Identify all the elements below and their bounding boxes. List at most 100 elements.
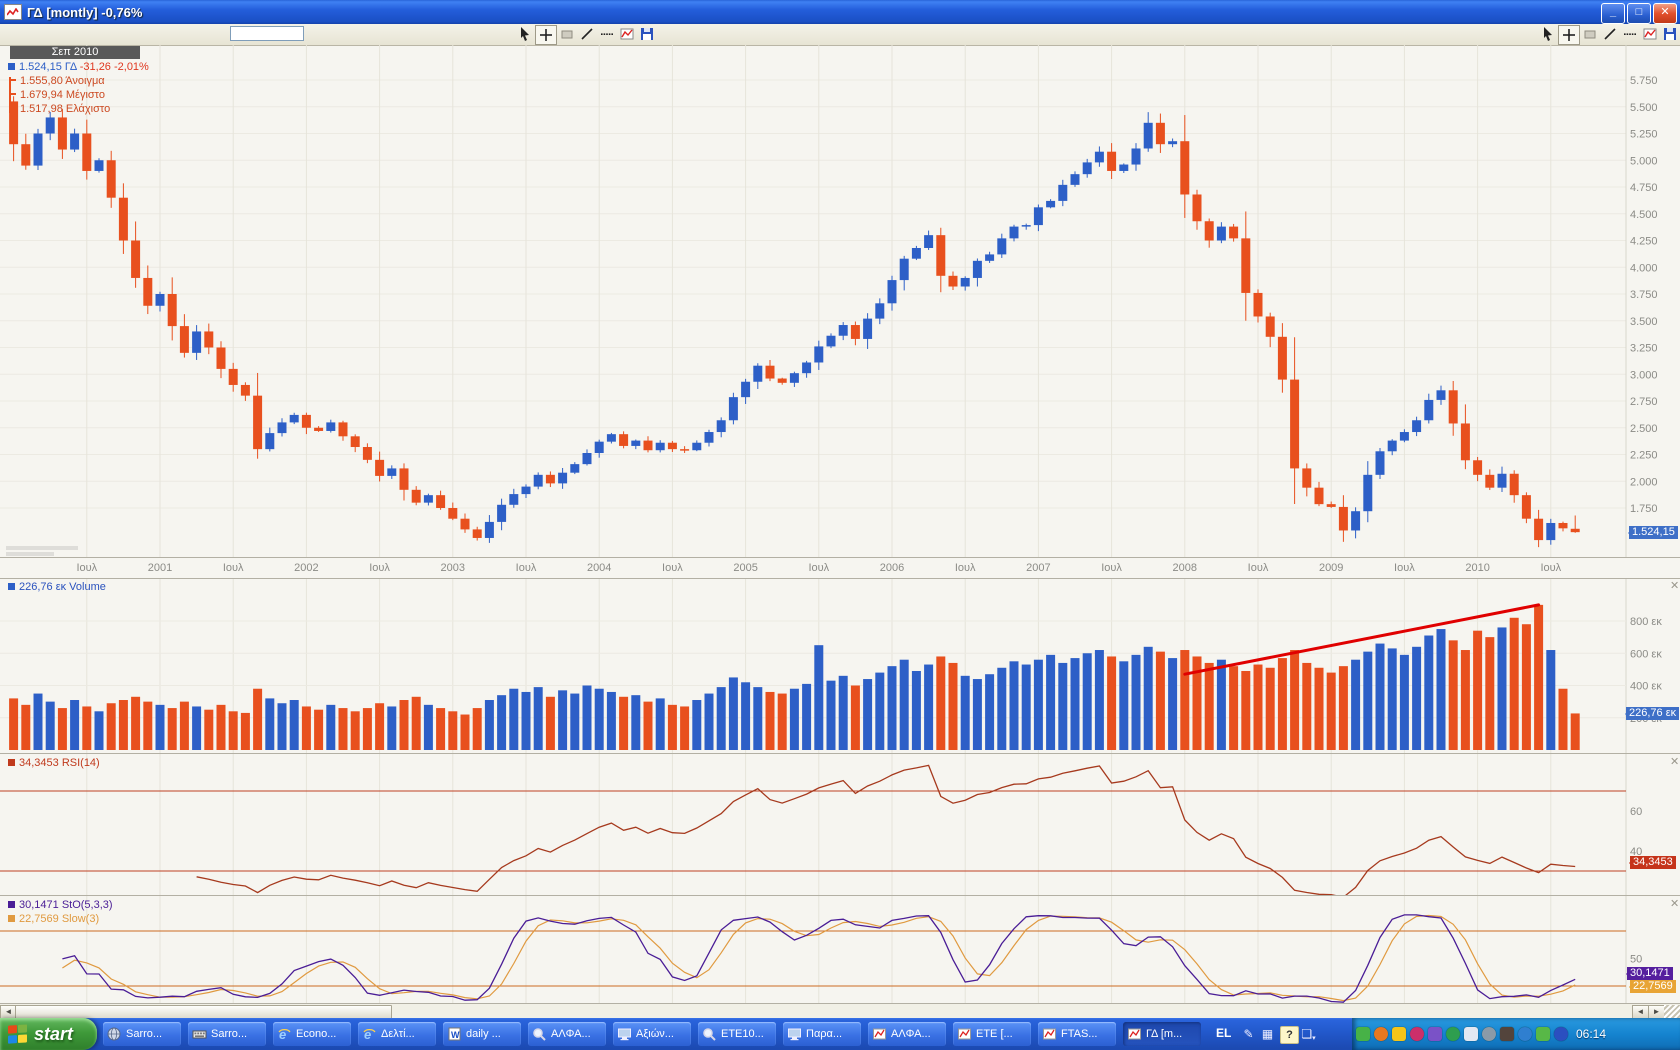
volume-bar (1010, 661, 1019, 750)
candle (95, 160, 104, 171)
stochastic-close-icon[interactable]: ✕ (1670, 899, 1679, 909)
candle (473, 529, 482, 538)
volume-bar (936, 656, 945, 750)
dots-tool-icon[interactable] (1620, 25, 1640, 43)
candle (497, 505, 506, 522)
crosshair-tool-icon[interactable] (535, 25, 557, 45)
restore-toolbar-icon[interactable]: ❏▾ (1300, 1026, 1317, 1042)
task-label: Παρα... (806, 1028, 842, 1040)
volume-bar (1412, 647, 1421, 750)
volume-bar (875, 673, 884, 750)
tray-icon-3[interactable] (1392, 1027, 1406, 1041)
candle (1302, 468, 1311, 487)
taskbar-button-5[interactable]: Wdaily ... (443, 1022, 521, 1046)
taskbar-button-8[interactable]: ΕΤΕ10... (698, 1022, 776, 1046)
tray-icon-1[interactable] (1356, 1027, 1370, 1041)
volume-bar (265, 698, 274, 750)
save-tool-icon[interactable] (1660, 25, 1680, 43)
save-tool-icon[interactable] (637, 25, 657, 43)
tray-icon-2[interactable] (1374, 1027, 1388, 1041)
resize-grip[interactable] (1664, 1005, 1680, 1019)
maximize-button[interactable]: □ (1627, 3, 1651, 24)
tray-icon-7[interactable] (1464, 1027, 1478, 1041)
candle (1376, 451, 1385, 475)
tray-icon-8[interactable] (1482, 1027, 1496, 1041)
tray-icon-9[interactable] (1500, 1027, 1514, 1041)
help-icon[interactable]: ? (1280, 1026, 1299, 1044)
crosshair-tool-icon[interactable] (1558, 25, 1580, 45)
chart-tool-icon[interactable] (1640, 25, 1660, 43)
monitor-icon (787, 1027, 802, 1041)
tray-icon-4[interactable] (1410, 1027, 1424, 1041)
volume-bar (1254, 665, 1263, 750)
time-axis-label: 2002 (294, 562, 318, 574)
line-tool-icon[interactable] (577, 25, 597, 43)
taskbar-button-6[interactable]: ΑΛΦΑ... (528, 1022, 606, 1046)
volume-bar (1400, 655, 1409, 750)
taskbar-button-3[interactable]: eEcono... (273, 1022, 351, 1046)
taskbar-button-2[interactable]: Sarro... (188, 1022, 266, 1046)
rect-tool-icon[interactable] (557, 25, 577, 43)
cursor-tool-icon[interactable] (515, 25, 535, 43)
taskbar-clock[interactable]: 06:14 (1576, 1027, 1606, 1041)
candle (131, 241, 140, 278)
cursor-tool-icon[interactable] (1538, 25, 1558, 43)
candle (46, 117, 55, 133)
candle (265, 433, 274, 449)
keyboard-icon (192, 1027, 207, 1041)
candle (58, 117, 67, 149)
taskbar-button-4[interactable]: eΔελτί... (358, 1022, 436, 1046)
title-bar[interactable]: ΓΔ [montly] -0,76% _ □ ✕ (0, 0, 1680, 24)
candle (656, 443, 665, 450)
taskbar-button-9[interactable]: Παρα... (783, 1022, 861, 1046)
volume-bar (595, 689, 604, 750)
toolbar-input[interactable] (230, 26, 304, 41)
time-axis-label: Ιουλ (808, 562, 829, 574)
rect-tool-icon[interactable] (1580, 25, 1600, 43)
candle (1193, 194, 1202, 221)
language-indicator[interactable]: EL (1216, 1026, 1231, 1040)
window-title: ΓΔ [montly] -0,76% (27, 5, 142, 20)
minimize-button[interactable]: _ (1601, 3, 1625, 24)
taskbar-button-12[interactable]: FTAS... (1038, 1022, 1116, 1046)
price-tick-label: 3.250 (1630, 343, 1658, 355)
tray-icon-5[interactable] (1428, 1027, 1442, 1041)
keyboard-magnifier-icon[interactable]: ▦ (1259, 1026, 1276, 1042)
tray-icon-11[interactable] (1536, 1027, 1550, 1041)
line-tool-icon[interactable] (1600, 25, 1620, 43)
start-button[interactable]: start (0, 1018, 97, 1050)
volume-bar (766, 692, 775, 750)
volume-bar (570, 694, 579, 750)
candle (351, 436, 360, 447)
close-button[interactable]: ✕ (1653, 3, 1677, 24)
taskbar-button-1[interactable]: Sarro... (103, 1022, 181, 1046)
taskbar-button-13[interactable]: ΓΔ [m... (1123, 1022, 1201, 1046)
globe-icon (107, 1027, 122, 1041)
tray-icon-10[interactable] (1518, 1027, 1532, 1041)
taskbar-button-10[interactable]: ΑΛΦΑ... (868, 1022, 946, 1046)
volume-bar (729, 677, 738, 750)
volume-bar (107, 703, 116, 750)
tray-icon-12[interactable] (1554, 1027, 1568, 1041)
price-tick-label: 5.250 (1630, 129, 1658, 141)
taskbar-button-11[interactable]: ΕΤΕ [... (953, 1022, 1031, 1046)
rsi-close-icon[interactable]: ✕ (1670, 757, 1679, 767)
volume-bar (461, 715, 470, 750)
volume-bar (961, 676, 970, 750)
pen-icon[interactable]: ✎ (1240, 1026, 1257, 1042)
candle (802, 362, 811, 373)
volume-bar (400, 700, 409, 750)
candle (1351, 511, 1360, 530)
horizontal-scrollbar[interactable]: ◄ ◄ ► (0, 1003, 1680, 1019)
tray-icon-6[interactable] (1446, 1027, 1460, 1041)
candle (1083, 162, 1092, 174)
volume-close-icon[interactable]: ✕ (1670, 581, 1679, 591)
taskbar-button-7[interactable]: Αξιών... (613, 1022, 691, 1046)
price-tick-label: 2.500 (1630, 423, 1658, 435)
chart-tool-icon[interactable] (617, 25, 637, 43)
candle (851, 325, 860, 339)
volume-bar (1424, 636, 1433, 750)
dots-tool-icon[interactable] (597, 25, 617, 43)
chart-icon (957, 1027, 972, 1041)
volume-bar (1485, 637, 1494, 750)
